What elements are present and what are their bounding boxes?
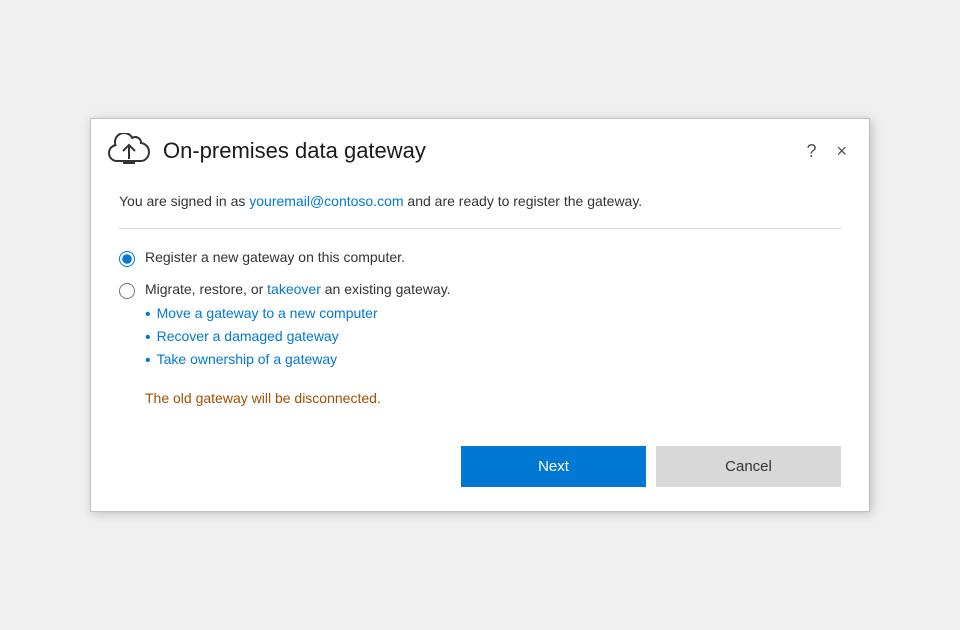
migrate-suffix: an existing gateway. — [321, 281, 451, 297]
list-item: Move a gateway to a new computer — [145, 303, 451, 326]
dialog-titlebar-actions: ? × — [800, 140, 853, 162]
dialog-body: You are signed in as youremail@contoso.c… — [91, 181, 869, 427]
dialog-footer: Next Cancel — [91, 426, 869, 511]
dialog-title-left: On-premises data gateway — [107, 133, 426, 169]
sub-item-1: Move a gateway to a new computer — [157, 305, 378, 321]
sub-item-3: Take ownership of a gateway — [157, 351, 338, 367]
email-link[interactable]: youremail@contoso.com — [249, 193, 403, 209]
takeover-link[interactable]: takeover — [267, 281, 321, 297]
cancel-button[interactable]: Cancel — [656, 446, 841, 487]
next-button[interactable]: Next — [461, 446, 646, 487]
dialog-title: On-premises data gateway — [163, 138, 426, 164]
help-button[interactable]: ? — [800, 140, 822, 162]
sub-list: Move a gateway to a new computer Recover… — [145, 303, 451, 373]
migrate-prefix: Migrate, restore, or — [145, 281, 267, 297]
signed-in-text: You are signed in as youremail@contoso.c… — [119, 191, 841, 212]
migrate-radio[interactable] — [119, 283, 135, 299]
warning-text: The old gateway will be disconnected. — [145, 390, 841, 406]
signed-in-prefix: You are signed in as — [119, 193, 249, 209]
dialog-titlebar: On-premises data gateway ? × — [91, 119, 869, 181]
section-divider — [119, 228, 841, 229]
signed-in-suffix: and are ready to register the gateway. — [404, 193, 643, 209]
register-radio[interactable] — [119, 251, 135, 267]
options-section: Register a new gateway on this computer.… — [119, 249, 841, 407]
sub-item-2: Recover a damaged gateway — [157, 328, 339, 344]
migrate-label[interactable]: Migrate, restore, or takeover an existin… — [145, 281, 451, 373]
register-option[interactable]: Register a new gateway on this computer. — [119, 249, 841, 267]
list-item: Take ownership of a gateway — [145, 349, 451, 372]
dialog-container: On-premises data gateway ? × You are sig… — [90, 118, 870, 513]
cloud-icon — [107, 133, 151, 169]
migrate-option[interactable]: Migrate, restore, or takeover an existin… — [119, 281, 841, 373]
close-button[interactable]: × — [830, 140, 853, 162]
list-item: Recover a damaged gateway — [145, 326, 451, 349]
register-label[interactable]: Register a new gateway on this computer. — [145, 249, 405, 265]
